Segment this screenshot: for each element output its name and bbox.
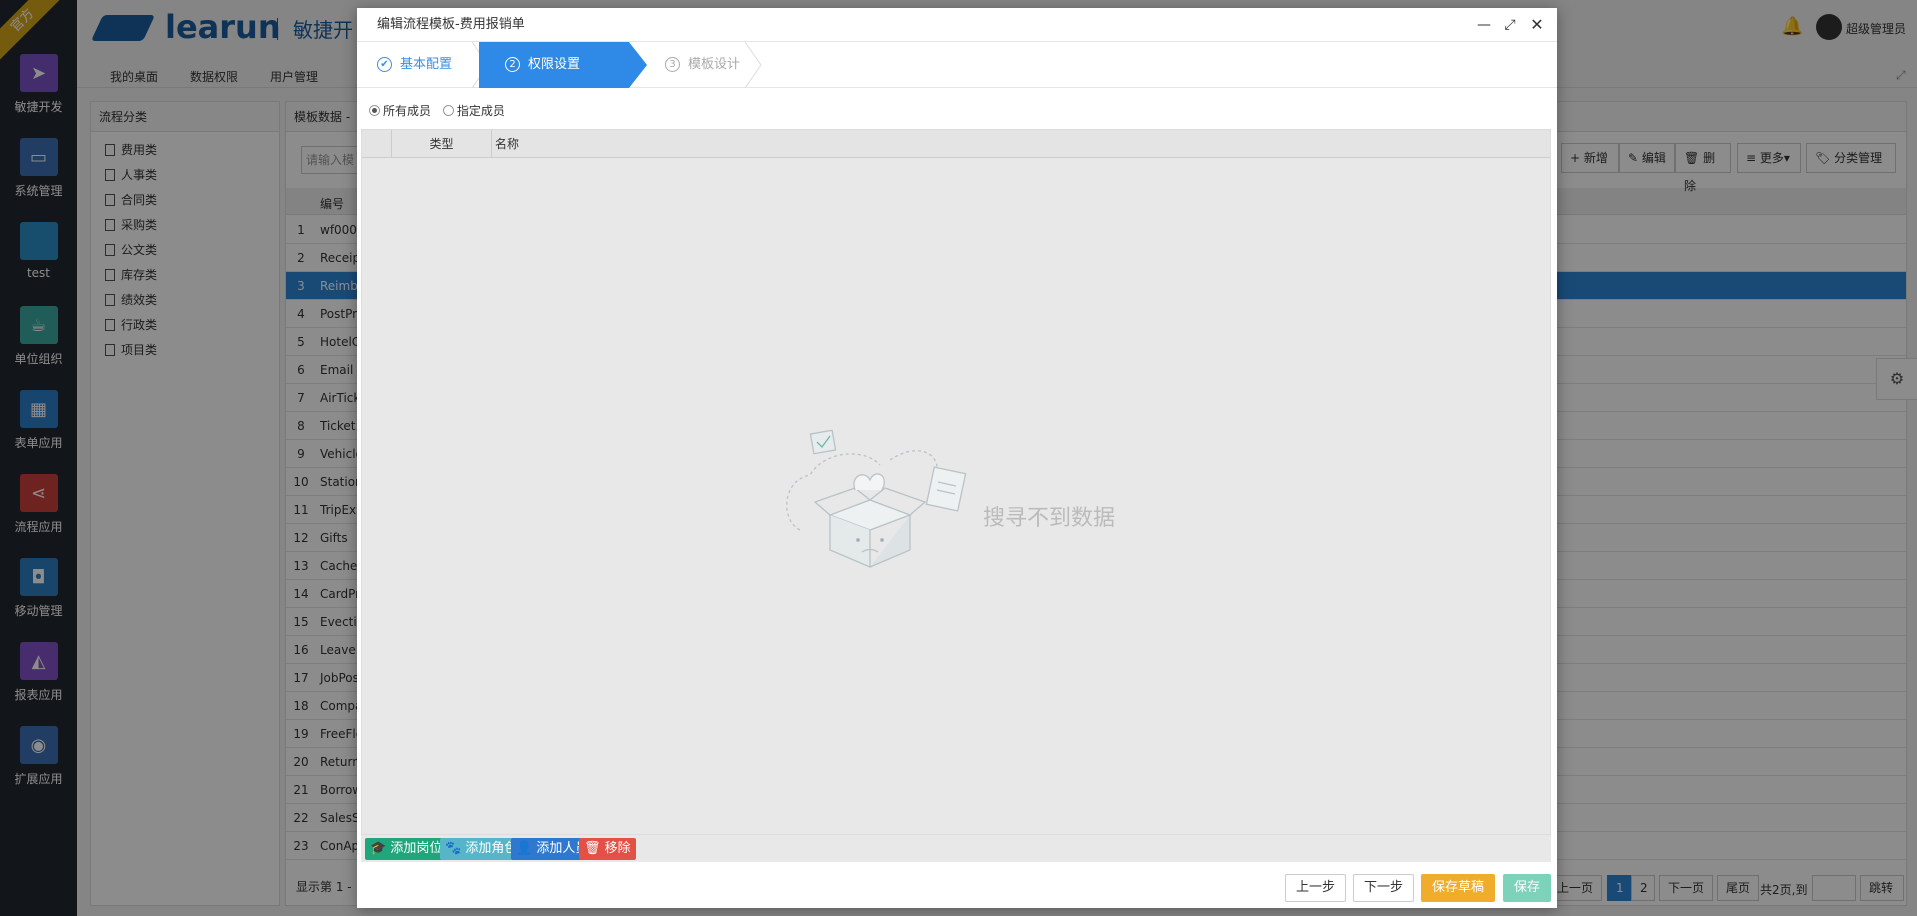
- edit-template-dialog: 编辑流程模板-费用报销单 — ⤢ ✕ ✔ 基本配置 2 权限设置 3 模板设计 所有成…: [357, 8, 1557, 908]
- empty-box-illustration: [786, 429, 967, 568]
- col-name: 名称: [495, 137, 520, 151]
- dialog-footer: 上一步 下一步 保存草稿 保存: [357, 866, 1557, 908]
- col-type: 类型: [392, 130, 492, 158]
- user-icon: 👤: [516, 841, 533, 856]
- radio-dot: [369, 105, 380, 116]
- add-position-button[interactable]: 🎓 添加岗位: [365, 838, 448, 860]
- dialog-titlebar: 编辑流程模板-费用报销单 — ⤢ ✕: [357, 8, 1557, 42]
- save-draft-button[interactable]: 保存草稿: [1421, 874, 1496, 902]
- member-action-bar: 🎓 添加岗位 🐾 添加角色 👤 添加人员 🗑 移除: [361, 834, 1551, 862]
- graduation-cap-icon: 🎓: [370, 841, 387, 856]
- close-icon[interactable]: ✕: [1527, 8, 1547, 42]
- save-button[interactable]: 保存: [1503, 874, 1552, 902]
- step-number: 2: [505, 57, 520, 72]
- wizard-steps: ✔ 基本配置 2 权限设置 3 模板设计: [357, 42, 1557, 88]
- empty-message: 搜寻不到数据: [983, 506, 1116, 531]
- col-checkbox: [362, 130, 392, 158]
- member-scope-radios: 所有成员 指定成员: [369, 102, 513, 119]
- add-role-button[interactable]: 🐾 添加角色: [440, 838, 523, 860]
- prev-step-button[interactable]: 上一步: [1285, 874, 1347, 902]
- radio-dot: [442, 105, 454, 116]
- dialog-title: 编辑流程模板-费用报销单: [377, 17, 525, 32]
- remove-button[interactable]: 🗑 移除: [579, 838, 636, 860]
- trash-icon: 🗑: [584, 841, 601, 856]
- check-circle-icon: ✔: [377, 57, 392, 72]
- step-permission[interactable]: 2 权限设置: [479, 42, 647, 88]
- member-grid: 类型 名称 搜寻不到数据: [361, 129, 1551, 842]
- step-number: 3: [665, 57, 680, 72]
- minimize-icon[interactable]: —: [1474, 8, 1494, 42]
- step-basic-config[interactable]: ✔ 基本配置: [357, 42, 477, 88]
- radio-all-members[interactable]: 所有成员: [369, 102, 431, 119]
- radio-specified-members[interactable]: 指定成员: [442, 102, 505, 119]
- next-step-button[interactable]: 下一步: [1353, 874, 1415, 902]
- maximize-icon[interactable]: ⤢: [1500, 8, 1520, 42]
- paw-icon: 🐾: [445, 841, 462, 856]
- member-grid-header: 类型 名称: [362, 130, 1550, 158]
- step-chevron: [745, 42, 762, 88]
